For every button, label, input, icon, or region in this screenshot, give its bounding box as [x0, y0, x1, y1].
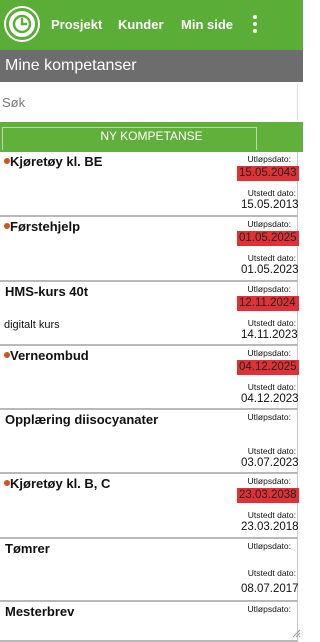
new-competence-button[interactable]: NY KOMPETANSE — [0, 122, 303, 152]
competence-card[interactable]: Kjøretøy kl. B, C Utløpsdato: 23.03.2038 Ut… — [0, 474, 299, 539]
issued-date: 08.07.2017 — [241, 583, 299, 595]
more-vertical-icon[interactable] — [249, 13, 261, 35]
competence-card[interactable]: Tømrer Utløpsdato: Utstedt dato: 08.07.2017 — [0, 539, 299, 602]
nav-prosjekt[interactable]: Prosjekt — [51, 17, 102, 32]
expiry-label: Utløpsdato: — [247, 476, 291, 486]
expiry-label: Utløpsdato: — [247, 284, 291, 294]
issued-label: Utstedt dato: — [247, 318, 296, 328]
expiry-label: Utløpsdato: — [247, 154, 291, 164]
competence-name: Kjøretøy kl. BE — [10, 154, 103, 169]
search-box — [0, 84, 298, 120]
issued-date: 01.05.2023 — [241, 264, 299, 276]
expiry-date-badge: 15.05.2043 — [237, 166, 299, 181]
expiry-date-badge: 12.11.2024 — [237, 296, 299, 311]
issued-date: 14.11.2023 — [241, 329, 298, 341]
competence-card[interactable]: Kjøretøy kl. BE Utløpsdato: 15.05.2043 Utst… — [0, 152, 299, 217]
resize-handle-icon[interactable] — [291, 628, 301, 638]
issued-label: Utstedt dato: — [247, 568, 296, 578]
issued-date: 04.12.2023 — [241, 393, 299, 405]
competence-card[interactable]: Verneombud Utløpsdato: 04.12.2025 Utstedt d… — [0, 346, 299, 410]
expiry-label: Utløpsdato: — [247, 604, 291, 614]
expiry-label: Utløpsdato: — [247, 541, 291, 551]
page-header: Mine kompetanser — [0, 50, 303, 82]
competence-name: Verneombud — [10, 348, 89, 363]
expiry-label: Utløpsdato: — [247, 219, 291, 229]
competence-name: Kjøretøy kl. B, C — [10, 476, 111, 491]
competence-card[interactable]: Mesterbrev Utløpsdato: — [0, 602, 298, 642]
page-title: Mine kompetanser — [5, 57, 137, 74]
issued-date: 15.05.2013 — [241, 199, 299, 211]
issued-date: 03.07.2023 — [241, 457, 299, 469]
issued-label: Utstedt dato: — [247, 510, 296, 520]
issued-label: Utstedt dato: — [247, 253, 296, 263]
issued-label: Utstedt dato: — [247, 188, 296, 198]
issued-label: Utstedt dato: — [247, 382, 296, 392]
competence-name: Opplæring diisocyanater — [5, 412, 159, 427]
issued-label: Utstedt dato: — [247, 446, 296, 456]
nav-min-side[interactable]: Min side — [181, 17, 233, 32]
expiry-date-badge: 23.03.2038 — [237, 488, 299, 503]
new-competence-label: NY KOMPETANSE — [100, 129, 203, 143]
competence-name: HMS-kurs 40t — [5, 284, 89, 299]
issued-date: 23.03.2018 — [241, 521, 299, 533]
competence-name: Tømrer — [5, 541, 50, 556]
competence-name: Førstehjelp — [10, 219, 81, 234]
expiry-label: Utløpsdato: — [247, 348, 291, 358]
expiry-date-badge: 04.12.2025 — [237, 360, 299, 375]
search-input[interactable] — [0, 90, 294, 114]
home-button[interactable] — [6, 8, 38, 40]
top-nav-bar: Prosjekt Kunder Min side — [0, 0, 303, 50]
competence-name: Mesterbrev — [5, 604, 75, 619]
competence-card[interactable]: HMS-kurs 40t digitalt kurs Utløpsdato: 12.1… — [0, 282, 299, 346]
expiry-label: Utløpsdato: — [247, 412, 291, 422]
competence-card[interactable]: Opplæring diisocyanater Utløpsdato: Utsted… — [0, 410, 299, 474]
competence-description: digitalt kurs — [4, 319, 60, 331]
clock-icon — [12, 14, 32, 34]
expiry-date-badge: 01.05.2025 — [237, 231, 299, 246]
competence-card[interactable]: Førstehjelp Utløpsdato: 01.05.2025 Utstedt … — [0, 217, 299, 282]
nav-kunder[interactable]: Kunder — [118, 17, 164, 32]
